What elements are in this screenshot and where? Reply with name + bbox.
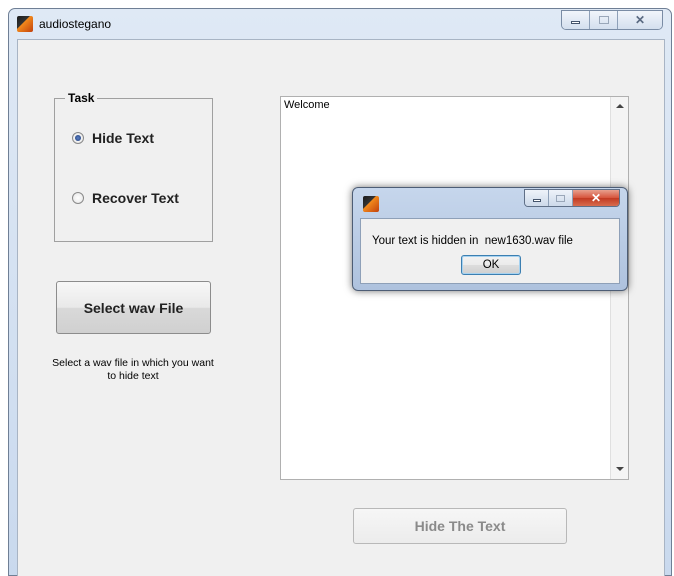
window-controls: ✕ <box>561 10 663 30</box>
radio-recover-text[interactable]: Recover Text <box>72 190 179 206</box>
maximize-icon <box>598 16 609 24</box>
minimize-button[interactable] <box>562 11 590 29</box>
textbox-content: Welcome <box>284 99 330 111</box>
close-button[interactable]: ✕ <box>618 11 662 29</box>
radio-selected-icon[interactable] <box>72 132 84 144</box>
radio-unselected-icon[interactable] <box>72 192 84 204</box>
maximize-icon <box>556 194 565 202</box>
matlab-icon <box>17 16 33 32</box>
close-icon: ✕ <box>590 191 602 205</box>
hide-the-text-button[interactable]: Hide The Text <box>353 508 567 544</box>
task-panel-title: Task <box>65 91 98 105</box>
minimize-icon <box>571 21 580 24</box>
close-icon: ✕ <box>634 13 646 27</box>
main-window: audiostegano ✕ Task Hide Text Recover Te… <box>8 8 672 576</box>
scroll-down-icon[interactable] <box>616 467 624 471</box>
hint-text: Select a wav file in which you want to h… <box>52 357 214 382</box>
dialog-message: Your text is hidden in new1630.wav file <box>372 235 573 247</box>
radio-hide-text[interactable]: Hide Text <box>72 130 154 146</box>
scroll-up-icon[interactable] <box>616 104 624 108</box>
client-area: Task Hide Text Recover Text Select wav F… <box>17 39 665 576</box>
dialog-maximize-button[interactable] <box>549 190 573 206</box>
maximize-button[interactable] <box>590 11 618 29</box>
window-title: audiostegano <box>39 17 112 31</box>
dialog-close-button[interactable]: ✕ <box>573 190 619 206</box>
task-panel: Task Hide Text Recover Text <box>54 91 213 242</box>
select-wav-file-button[interactable]: Select wav File <box>56 281 211 334</box>
dialog-minimize-button[interactable] <box>525 190 549 206</box>
dialog-window-controls: ✕ <box>524 189 620 207</box>
radio-label-hide-text: Hide Text <box>92 130 154 146</box>
message-dialog: ✕ Your text is hidden in new1630.wav fil… <box>352 187 628 291</box>
dialog-body: Your text is hidden in new1630.wav file … <box>360 218 620 284</box>
title-bar[interactable]: audiostegano ✕ <box>9 9 671 39</box>
minimize-icon <box>532 199 541 202</box>
matlab-icon <box>363 196 379 212</box>
radio-label-recover-text: Recover Text <box>92 190 179 206</box>
ok-button[interactable]: OK <box>461 255 521 275</box>
